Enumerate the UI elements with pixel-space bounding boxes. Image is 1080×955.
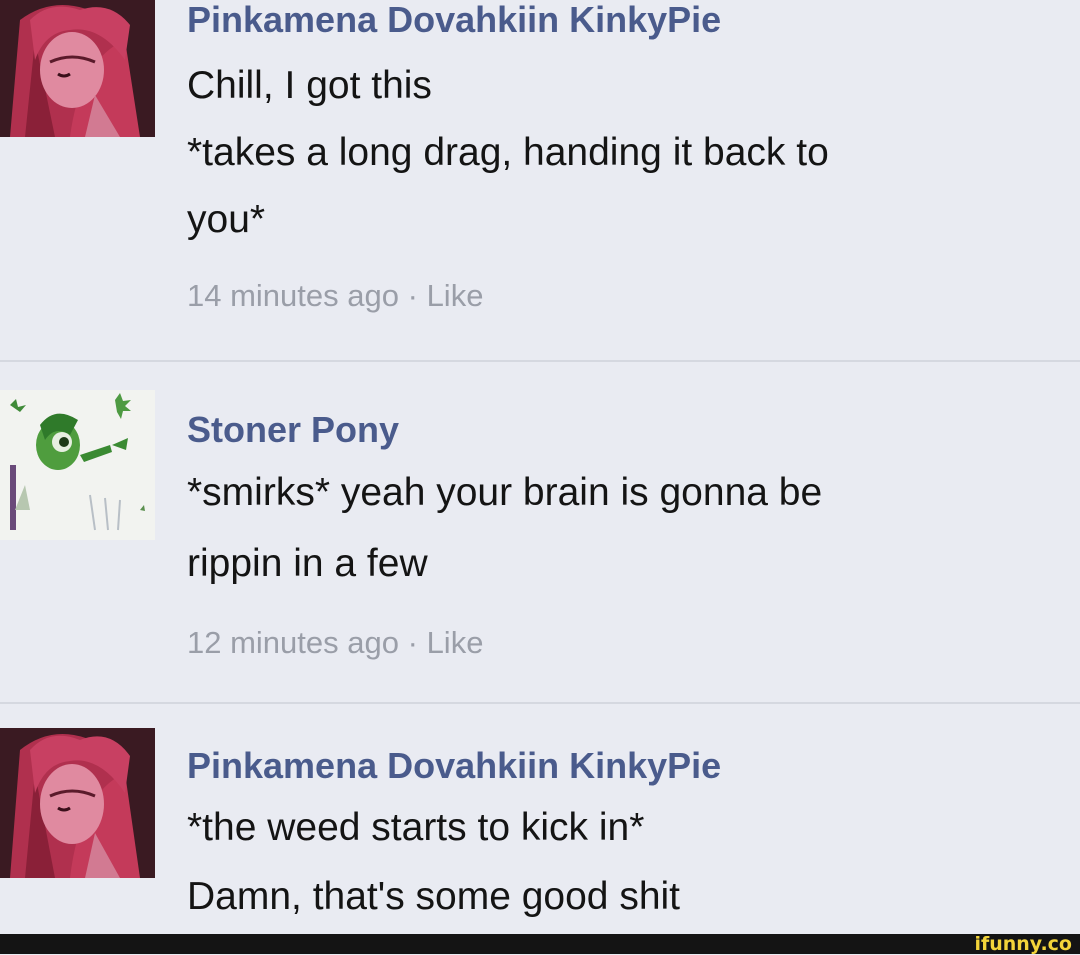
comment-divider — [0, 702, 1080, 704]
comment-text-line: you* — [187, 198, 266, 241]
comment-author[interactable]: Pinkamena Dovahkiin KinkyPie — [187, 0, 1080, 42]
comment-item: Pinkamena Dovahkiin KinkyPie Chill, I go… — [0, 0, 1080, 345]
green-pony-avatar-icon[interactable] — [0, 390, 155, 540]
comment-text-line: rippin in a few — [187, 542, 428, 585]
ifunny-watermark: ifunny.co — [974, 933, 1072, 955]
like-link[interactable]: Like — [427, 625, 484, 660]
comment-text-line: *the weed starts to kick in* — [187, 806, 645, 849]
comment-meta: 14 minutes ago · Like — [187, 276, 1080, 316]
comment-text-line: *smirks* yeah your brain is gonna be — [187, 471, 823, 514]
comment-author[interactable]: Stoner Pony — [187, 408, 1080, 452]
comment-divider — [0, 360, 1080, 362]
like-link[interactable]: Like — [427, 278, 484, 313]
pink-pony-avatar-icon[interactable] — [0, 728, 155, 878]
meta-separator: · — [407, 625, 418, 660]
comment-text-line: Damn, that's some good shit — [187, 875, 681, 918]
pink-pony-avatar-icon[interactable] — [0, 0, 155, 137]
meta-separator: · — [407, 278, 418, 313]
comment-text-line: *takes a long drag, handing it back to — [187, 131, 829, 174]
comment-text-line: Chill, I got this — [187, 64, 432, 107]
comment-thread: Pinkamena Dovahkiin KinkyPie Chill, I go… — [0, 0, 1080, 934]
comment-timestamp: 12 minutes ago — [187, 625, 399, 660]
comment-timestamp: 14 minutes ago — [187, 278, 399, 313]
watermark-bar — [0, 934, 1080, 954]
comment-item: Pinkamena Dovahkiin KinkyPie *the weed s… — [0, 728, 1080, 934]
comment-item: Stoner Pony *smirks* yeah your brain is … — [0, 390, 1080, 690]
comment-meta: 12 minutes ago · Like — [187, 623, 1080, 663]
comment-author[interactable]: Pinkamena Dovahkiin KinkyPie — [187, 744, 1080, 788]
